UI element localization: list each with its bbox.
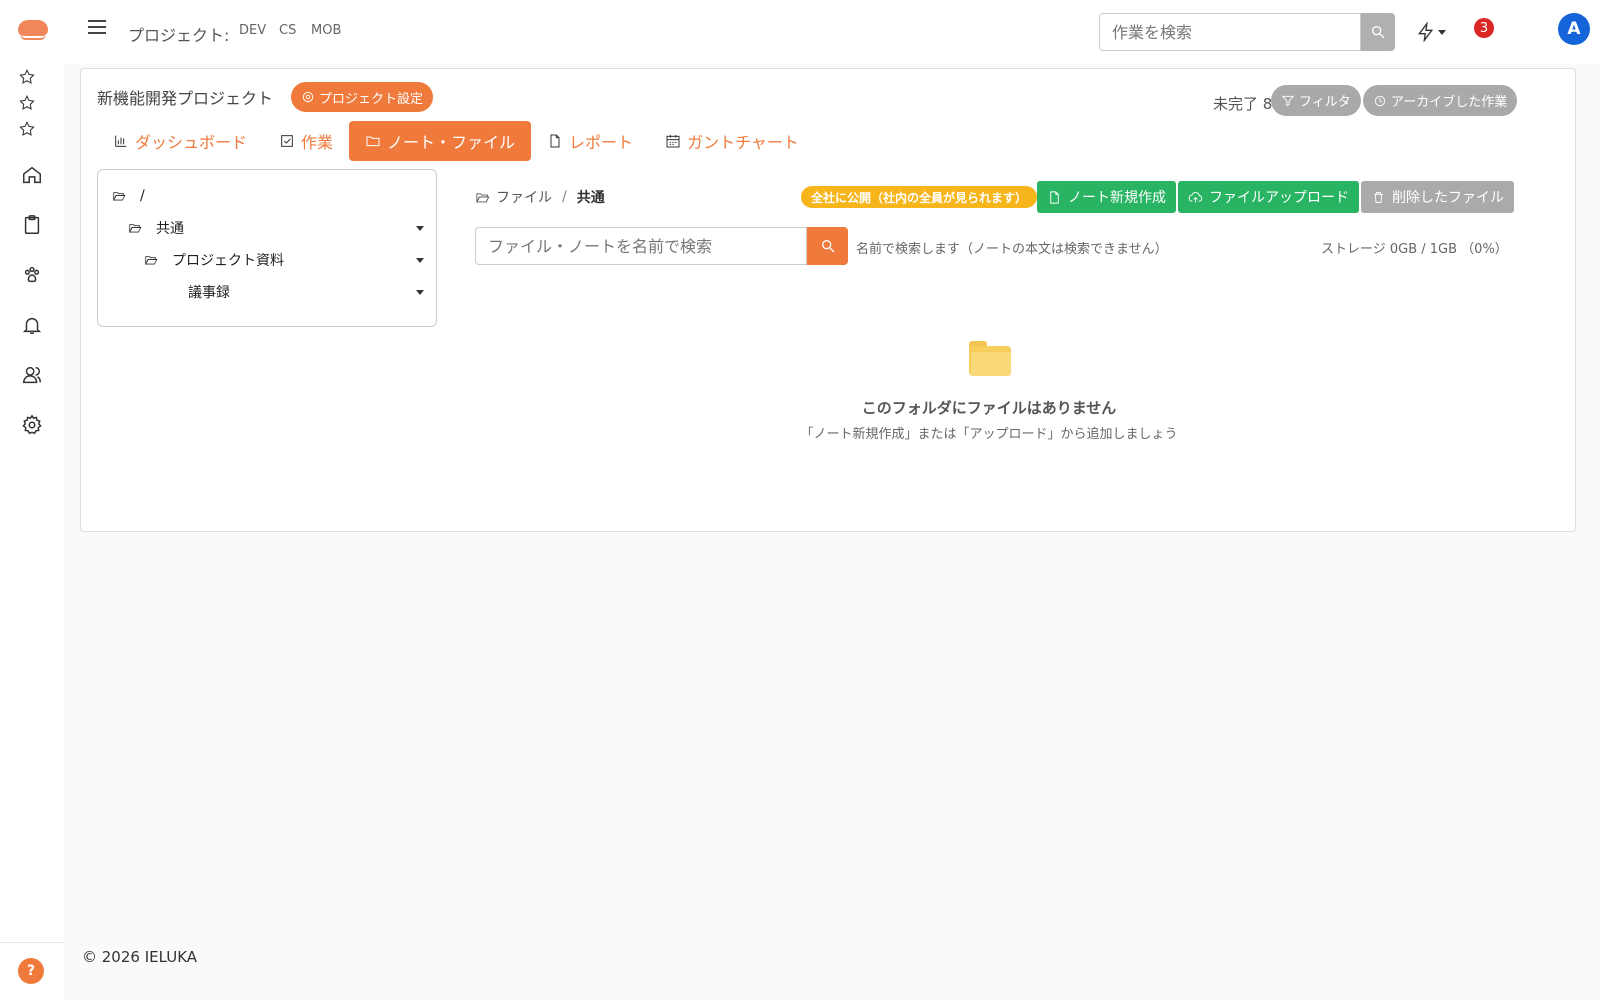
tree-item-common[interactable]: 共通 xyxy=(98,212,436,244)
folder-open-icon xyxy=(145,256,158,265)
file-search-button[interactable] xyxy=(807,227,848,265)
project-chip-mob[interactable]: MOB xyxy=(311,23,341,38)
bell-icon[interactable] xyxy=(16,309,48,341)
tab-label: レポート xyxy=(569,133,634,152)
filter-icon xyxy=(1281,95,1295,106)
gear-icon[interactable] xyxy=(16,409,48,441)
project-settings-button[interactable]: プロジェクト設定 xyxy=(291,82,434,112)
tree-item-project-docs[interactable]: プロジェクト資料 xyxy=(98,244,436,276)
gear-icon xyxy=(302,91,314,103)
tree-item-minutes[interactable]: 議事録 xyxy=(98,276,436,308)
menu-icon[interactable] xyxy=(88,20,106,36)
tab-gantt[interactable]: ガントチャート xyxy=(649,121,815,161)
project-switcher-label: プロジェクト: xyxy=(128,26,230,45)
tab-label: ノート・ファイル xyxy=(387,133,516,152)
task-search-input[interactable] xyxy=(1099,13,1361,51)
tab-label: 作業 xyxy=(301,133,334,152)
trash-icon xyxy=(1374,191,1383,203)
users-icon[interactable] xyxy=(16,359,48,391)
tab-label: ガントチャート xyxy=(687,133,799,152)
chevron-down-icon[interactable] xyxy=(416,258,424,263)
search-hint: 名前で検索します（ノートの本文は検索できません） xyxy=(856,242,1168,257)
file-search-input[interactable] xyxy=(475,227,807,265)
chevron-down-icon[interactable] xyxy=(416,290,424,295)
favorite-star-icon[interactable] xyxy=(18,68,38,88)
storage-usage: ストレージ 0GB / 1GB （0%） xyxy=(1321,242,1508,257)
favorite-star-icon[interactable] xyxy=(18,94,38,114)
filter-label: フィルタ xyxy=(1299,95,1351,110)
folder-tree: / 共通 プロジェクト資料 議事録 xyxy=(97,169,437,327)
archived-tasks-label: アーカイブした作業 xyxy=(1391,95,1508,110)
chevron-down-icon xyxy=(1438,29,1446,35)
new-note-label: ノート新規作成 xyxy=(1068,190,1166,206)
cloud-upload-icon xyxy=(1188,191,1203,202)
filter-button[interactable]: フィルタ xyxy=(1271,85,1361,116)
tree-item-label: 共通 xyxy=(156,221,184,237)
folder-open-icon xyxy=(113,192,126,201)
paw-icon[interactable] xyxy=(16,259,48,291)
tab-notes-files[interactable]: ノート・ファイル xyxy=(349,121,532,161)
archived-tasks-button[interactable]: アーカイブした作業 xyxy=(1363,85,1518,116)
logo-plate xyxy=(20,34,46,40)
tab-dashboard[interactable]: ダッシュボード xyxy=(97,121,263,161)
breadcrumb-current: 共通 xyxy=(576,190,605,206)
app-logo[interactable] xyxy=(18,18,48,42)
document-icon xyxy=(550,134,560,148)
folder-open-icon xyxy=(129,224,142,233)
clipboard-icon[interactable] xyxy=(16,209,48,241)
upload-file-button[interactable]: ファイルアップロード xyxy=(1178,181,1359,213)
tree-item-root[interactable]: / xyxy=(98,180,436,212)
tree-item-label: プロジェクト資料 xyxy=(172,253,284,269)
search-icon xyxy=(821,240,834,253)
favorite-star-icon[interactable] xyxy=(18,120,38,140)
empty-folder-icon xyxy=(969,341,1013,377)
empty-state-title: このフォルダにファイルはありません xyxy=(861,399,1117,417)
deleted-files-button[interactable]: 削除したファイル xyxy=(1361,181,1514,213)
document-icon xyxy=(1050,190,1059,204)
footer-copyright: © 2026 IELUKA xyxy=(82,948,198,966)
project-title: 新機能開発プロジェクト xyxy=(97,89,274,108)
tree-item-label: / xyxy=(140,188,145,204)
chevron-down-icon[interactable] xyxy=(416,226,424,231)
project-chip-dev[interactable]: DEV xyxy=(239,23,266,38)
upload-file-label: ファイルアップロード xyxy=(1209,190,1349,206)
sidebar-divider xyxy=(0,942,64,943)
project-card: 新機能開発プロジェクト プロジェクト設定 未完了 8 件 フィルタ アーカイブし… xyxy=(80,68,1576,532)
deleted-files-label: 削除したファイル xyxy=(1392,190,1504,206)
help-button[interactable]: ? xyxy=(18,958,44,984)
tab-tasks[interactable]: 作業 xyxy=(263,121,349,161)
tab-label: ダッシュボード xyxy=(135,133,248,152)
bolt-icon xyxy=(1418,22,1434,42)
chart-icon xyxy=(115,135,127,147)
home-icon[interactable] xyxy=(16,159,48,191)
quick-actions-dropdown[interactable] xyxy=(1416,20,1450,44)
left-sidebar: ? xyxy=(0,0,64,1000)
visibility-badge: 全社に公開（社内の全員が見られます） xyxy=(801,186,1038,208)
checkbox-icon xyxy=(281,135,293,147)
breadcrumb: ファイル / 共通 xyxy=(475,187,605,207)
breadcrumb-root[interactable]: ファイル xyxy=(496,187,552,207)
empty-state-subtitle: 「ノート新規作成」または「アップロード」から追加しましょう xyxy=(800,427,1178,442)
folder-icon xyxy=(366,136,380,147)
new-note-button[interactable]: ノート新規作成 xyxy=(1037,181,1176,213)
top-header: プロジェクト: DEV CS MOB 3 A xyxy=(64,0,1600,64)
task-search-button[interactable] xyxy=(1361,13,1395,51)
tree-item-label: 議事録 xyxy=(188,285,230,301)
project-chip-cs[interactable]: CS xyxy=(279,23,296,38)
user-avatar[interactable]: A xyxy=(1558,13,1590,45)
calendar-icon xyxy=(666,135,680,148)
folder-open-icon xyxy=(476,192,490,202)
project-settings-label: プロジェクト設定 xyxy=(319,91,424,107)
tab-reports[interactable]: レポート xyxy=(531,121,649,161)
history-icon xyxy=(1374,95,1386,106)
notification-badge[interactable]: 3 xyxy=(1474,18,1494,38)
project-tabs: ダッシュボード 作業 ノート・ファイル レポート ガントチャート xyxy=(97,121,815,161)
breadcrumb-separator: / xyxy=(562,189,567,205)
search-icon xyxy=(1372,25,1385,39)
